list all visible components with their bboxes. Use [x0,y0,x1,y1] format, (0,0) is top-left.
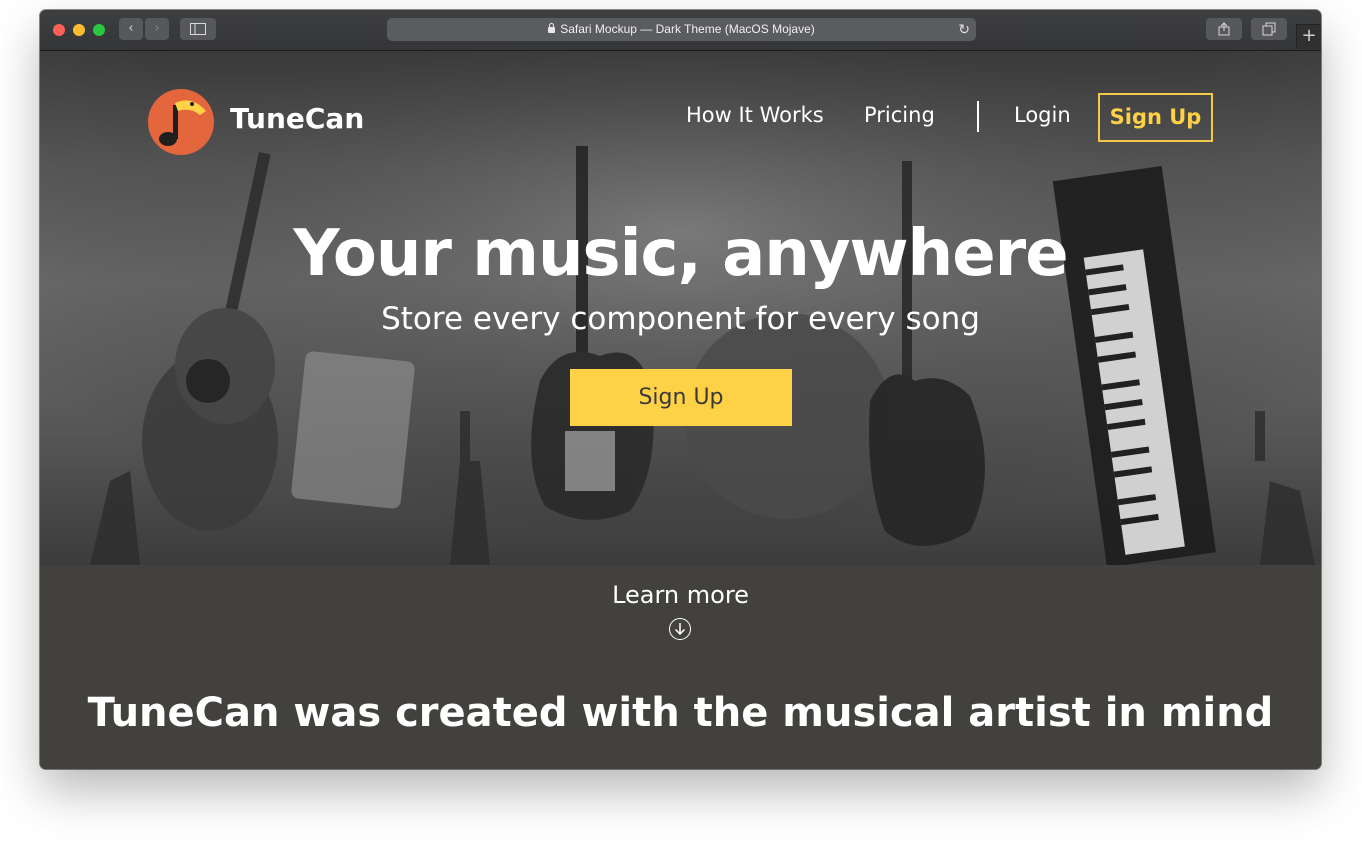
nav-pricing[interactable]: Pricing [864,103,935,127]
browser-titlebar: ‹ › Safari Mockup — Dark Theme (MacOS Mo… [40,10,1321,51]
sidebar-icon[interactable] [180,18,216,40]
hero-signup-button[interactable]: Sign Up [570,369,792,426]
hero-subtitle: Store every component for every song [381,301,980,337]
forward-icon[interactable]: › [145,18,169,40]
nav-divider [977,101,979,132]
brand-logo[interactable] [148,89,214,155]
arrow-down-circle-icon[interactable] [669,618,691,640]
web-page: TuneCan How It Works Pricing Login Sign … [40,51,1321,769]
info-section: Learn more TuneCan was created with the … [40,565,1321,769]
brand-name[interactable]: TuneCan [230,102,364,135]
browser-window: ‹ › Safari Mockup — Dark Theme (MacOS Mo… [40,10,1321,769]
learn-more-link[interactable]: Learn more [40,581,1321,609]
nav-how-it-works[interactable]: How It Works [686,103,824,127]
sidebar-icon-glyph [190,23,206,35]
nav-login[interactable]: Login [1014,103,1071,127]
share-icon-glyph [1218,22,1230,36]
new-tab-icon[interactable]: + [1296,24,1321,49]
close-light[interactable] [53,24,65,36]
signup-nav-button[interactable]: Sign Up [1098,93,1213,142]
address-text: Safari Mockup — Dark Theme (MacOS Mojave… [560,22,815,36]
zoom-light[interactable] [93,24,105,36]
arrow-down-glyph [674,623,686,636]
minimize-light[interactable] [73,24,85,36]
section-title: TuneCan was created with the musical art… [87,690,1274,736]
hero-section: TuneCan How It Works Pricing Login Sign … [40,51,1321,565]
share-icon[interactable] [1206,18,1242,40]
address-bar[interactable]: Safari Mockup — Dark Theme (MacOS Mojave… [387,18,976,41]
tabs-icon-glyph [1262,22,1276,36]
reload-icon[interactable]: ↻ [958,18,970,41]
hero-title: Your music, anywhere [293,217,1068,291]
back-icon[interactable]: ‹ [119,18,143,40]
music-note-icon [159,100,206,146]
lock-icon [548,23,556,33]
tabs-icon[interactable] [1251,18,1287,40]
